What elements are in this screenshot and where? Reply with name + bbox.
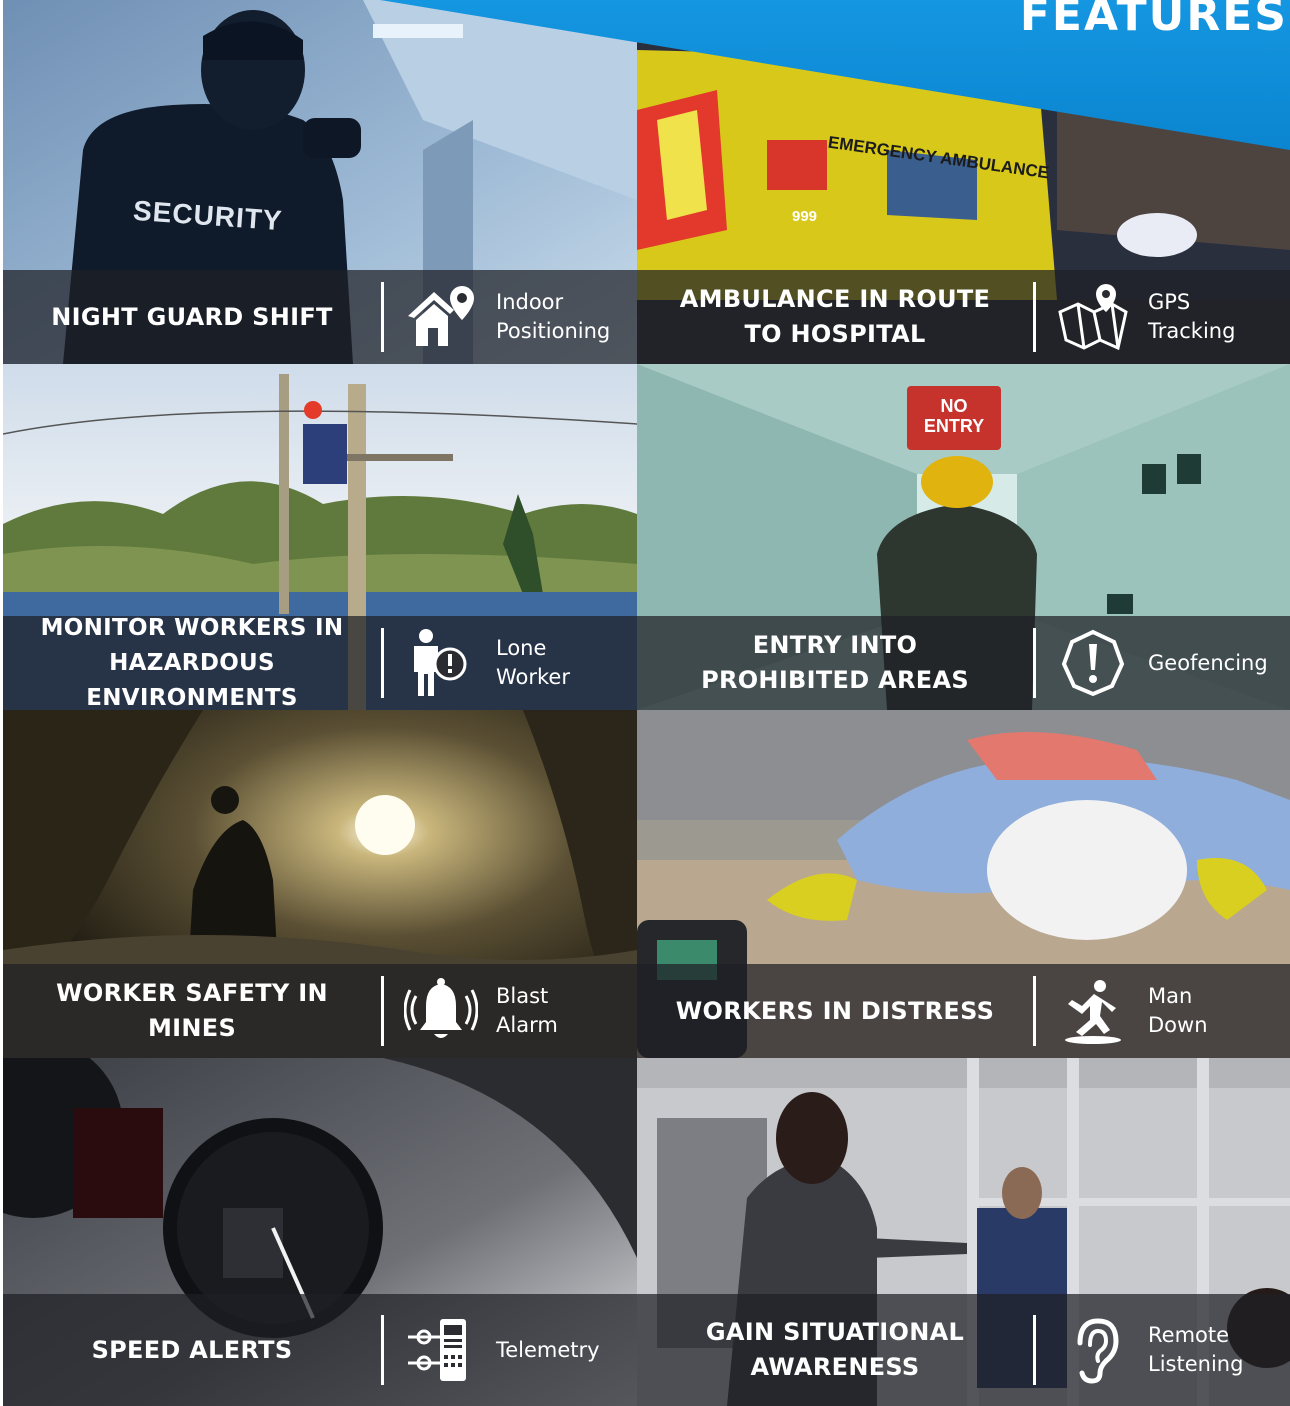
tile-speed: SPEED ALERTS Telemetry [3,1058,637,1406]
tile-title: NIGHT GUARD SHIFT [51,302,333,331]
tile-distress: WORKERS IN DISTRESS Man Down [637,710,1290,1058]
man-falling-icon [1054,975,1132,1047]
feature-bar: ENTRY INTO PROHIBITED AREAS Geofencing [637,616,1290,710]
alarm-bell-icon [402,975,480,1047]
divider [1033,628,1036,698]
divider [381,628,384,698]
tile-title: WORKER SAFETY IN MINES [56,979,328,1042]
feature-bar: NIGHT GUARD SHIFT Indoor Positioning [3,270,637,364]
feature-bar: WORKERS IN DISTRESS Man Down [637,964,1290,1058]
tile-prohibited: NO ENTRY ENTRY INTO PROHIBITED AREAS Geo… [637,364,1290,710]
house-location-icon [402,281,480,353]
divider [381,976,384,1046]
feature-label: Indoor Positioning [496,290,611,343]
features-page: FEATURES SECURITY NIGHT GUARD SHIFT Indo… [0,0,1290,1406]
divider [1033,976,1036,1046]
feature-bar: SPEED ALERTS Telemetry [3,1294,637,1406]
tile-hazardous: MONITOR WORKERS IN HAZARDOUS ENVIRONMENT… [3,364,637,710]
feature-label: Geofencing [1148,650,1268,675]
tile-mines: WORKER SAFETY IN MINES Blast Alarm [3,710,637,1058]
divider [381,282,384,352]
feature-bar: AMBULANCE IN ROUTE TO HOSPITAL GPS Track… [637,270,1290,364]
map-pin-icon [1054,281,1132,353]
ear-icon [1054,1314,1132,1386]
feature-label: GPS Tracking [1148,290,1236,343]
feature-label: Blast Alarm [496,984,558,1037]
telemetry-device-icon [402,1314,480,1386]
tile-night-guard: SECURITY NIGHT GUARD SHIFT Indoor Positi… [3,0,637,364]
divider [381,1315,384,1385]
tile-title: WORKERS IN DISTRESS [675,996,995,1025]
ambulance-number-label: 999 [792,208,818,225]
tile-situational: GAIN SITUATIONAL AWARENESS Remote Listen… [637,1058,1290,1406]
no-entry-sign: NO ENTRY [923,396,985,436]
divider [1033,282,1036,352]
feature-label: Telemetry [496,1337,600,1362]
feature-bar: MONITOR WORKERS IN HAZARDOUS ENVIRONMENT… [3,615,637,710]
tile-title: MONITOR WORKERS IN HAZARDOUS ENVIRONMENT… [40,614,344,711]
tile-title: ENTRY INTO PROHIBITED AREAS [701,631,969,694]
tile-title: SPEED ALERTS [91,1335,293,1364]
person-alert-icon [402,627,480,699]
feature-bar: GAIN SITUATIONAL AWARENESS Remote Listen… [637,1294,1290,1406]
page-title: FEATURES [1019,0,1288,41]
tile-title: AMBULANCE IN ROUTE TO HOSPITAL [679,285,991,348]
shield-exclamation-icon [1054,627,1132,699]
divider [1033,1315,1036,1385]
feature-label: Man Down [1148,984,1208,1037]
tile-title: GAIN SITUATIONAL AWARENESS [705,1318,965,1381]
feature-bar: WORKER SAFETY IN MINES Blast Alarm [3,964,637,1058]
feature-label: Lone Worker [496,636,570,689]
feature-label: Remote Listening [1148,1323,1244,1376]
